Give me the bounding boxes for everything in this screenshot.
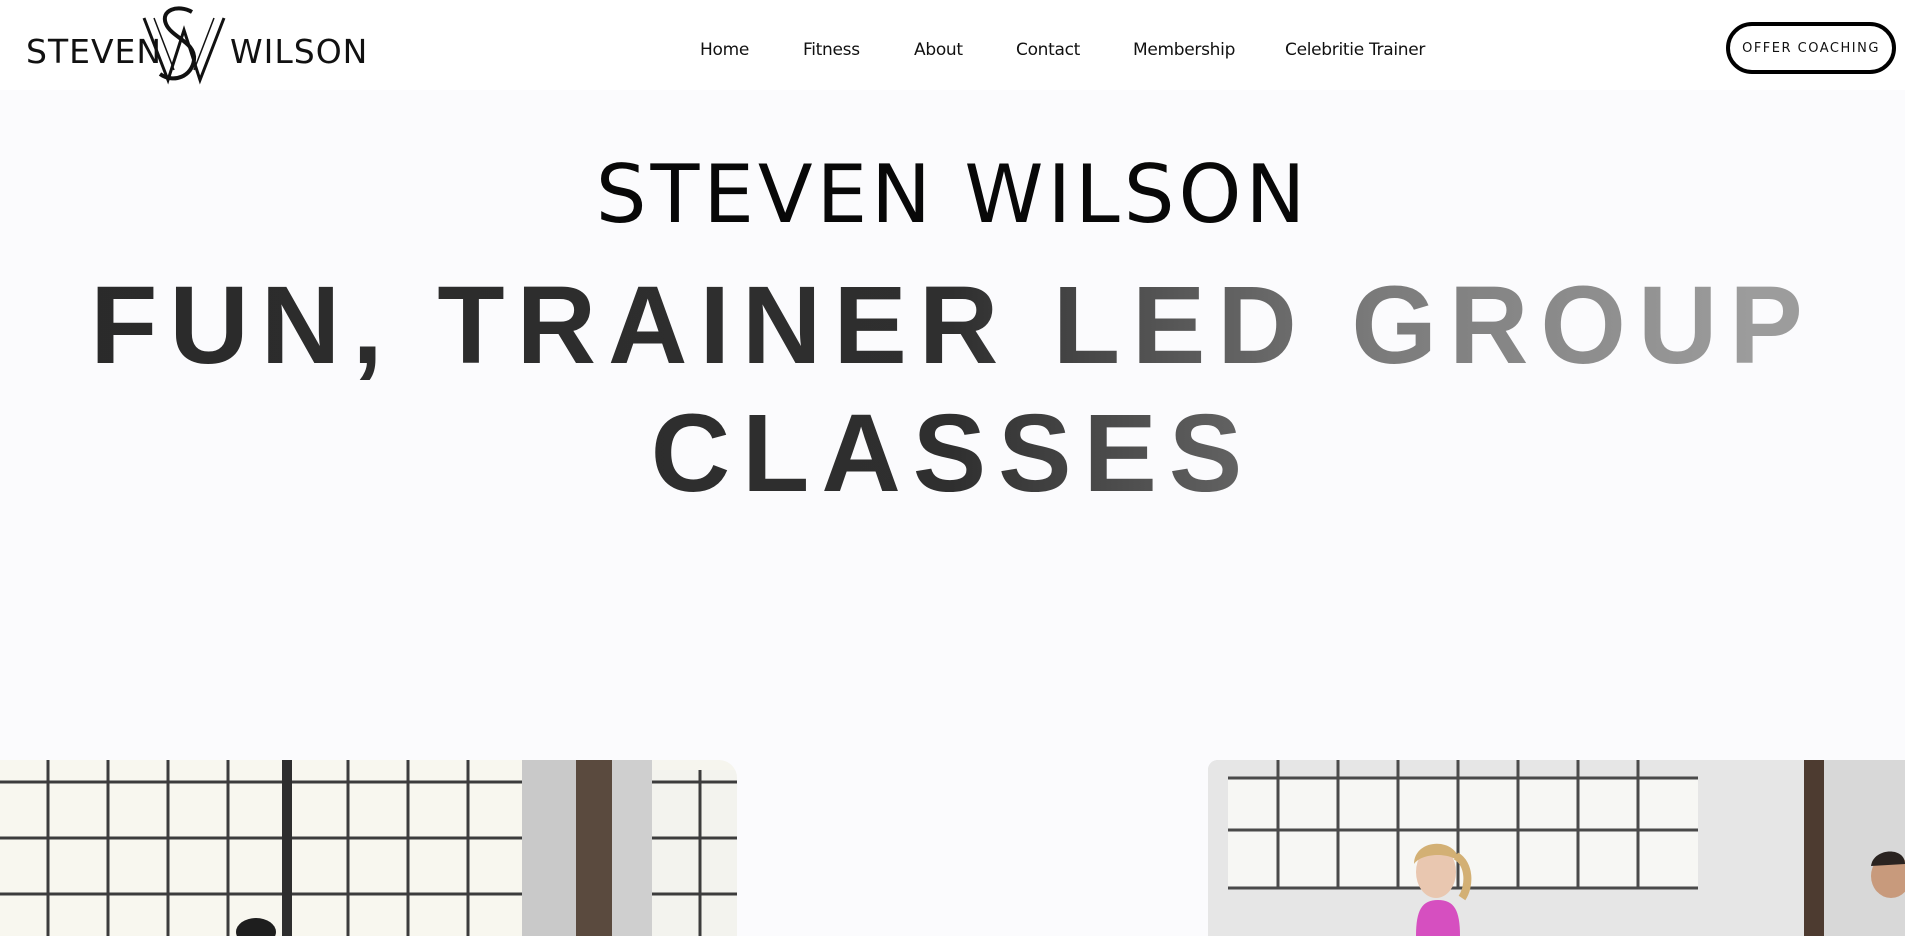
nav-item-contact[interactable]: Contact [1016,40,1080,60]
hero-title-line-2: CLASSES [650,392,1255,515]
nav-item-celebritie-trainer[interactable]: Celebritie Trainer [1285,40,1425,60]
nav-item-home[interactable]: Home [700,40,749,60]
hero-name: STEVEN WILSON [595,148,1310,241]
hero-title-line-1: FUN, TRAINER LED GROUP [90,264,1815,387]
hero-title: FUN, TRAINER LED GROUP CLASSES [0,262,1905,518]
group-class-photo-left [0,760,737,936]
offer-coaching-button[interactable]: OFFER COACHING [1726,22,1896,74]
trainer-class-image [1208,760,1905,936]
group-class-photo-right [1208,760,1905,936]
site-header: STEVEN WILSON Home Fitness About Contact… [0,0,1905,90]
gym-windows-image [0,760,737,936]
nav-item-about[interactable]: About [914,40,963,60]
nav-item-fitness[interactable]: Fitness [803,40,860,60]
nav-item-membership[interactable]: Membership [1133,40,1235,60]
main-nav: Home Fitness About Contact Membership Ce… [0,40,1905,62]
